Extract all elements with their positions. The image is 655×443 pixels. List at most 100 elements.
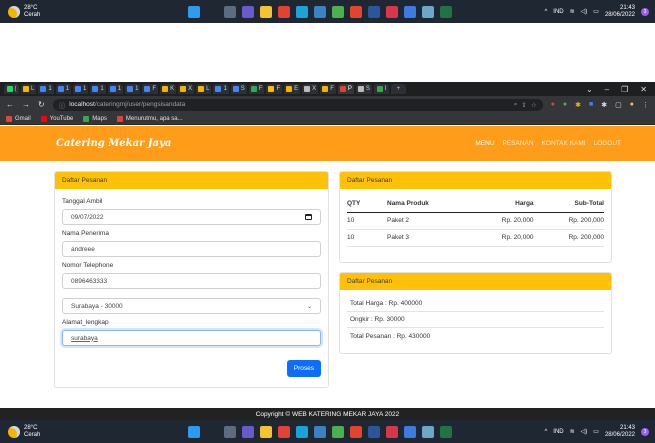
browser-tab[interactable]: L	[196, 84, 212, 94]
browser-tab[interactable]: 1	[125, 84, 141, 94]
browser-tab[interactable]: K	[160, 84, 177, 94]
mail-icon[interactable]	[314, 425, 326, 438]
browser-tab[interactable]: 1	[38, 84, 54, 94]
volume-icon[interactable]: ◁)	[581, 428, 588, 435]
browser-tab[interactable]: 1	[107, 84, 124, 94]
chrome-icon[interactable]	[278, 5, 290, 18]
bookmark-item[interactable]: Gmail	[6, 115, 31, 122]
minimize-icon[interactable]: –	[605, 85, 609, 94]
battery-icon[interactable]: ▭	[593, 8, 599, 15]
wifi-icon[interactable]: ≋	[570, 428, 575, 435]
browser-tab[interactable]: 1	[55, 84, 72, 94]
browser-tab[interactable]: 1	[213, 84, 229, 94]
word-icon[interactable]	[368, 5, 380, 18]
settings-icon[interactable]	[422, 5, 434, 18]
info-icon[interactable]: ⓘ	[59, 100, 66, 110]
language-indicator[interactable]: IND	[553, 429, 563, 435]
file-explorer-icon[interactable]	[260, 5, 272, 18]
browser-tab[interactable]: S	[230, 84, 247, 94]
windows-start-icon[interactable]	[188, 425, 200, 438]
browser-tab[interactable]: S	[355, 84, 372, 94]
nav-link-kontak-kami[interactable]: KONTAK KAMI	[542, 140, 586, 147]
chevron-up-icon[interactable]: ^	[544, 9, 547, 15]
browser-tab[interactable]: F	[142, 84, 159, 94]
kebab-menu-icon[interactable]: ⋮	[642, 101, 649, 109]
word-icon[interactable]	[368, 425, 380, 438]
chat-red-icon[interactable]	[386, 5, 398, 18]
clock[interactable]: 21:43 28/06/2022	[605, 5, 635, 19]
teams-like-icon[interactable]	[332, 5, 344, 18]
avatar[interactable]: ●	[630, 101, 634, 109]
browser-tab[interactable]: F	[248, 84, 265, 94]
browser-tab[interactable]: P	[337, 84, 354, 94]
chevron-down-icon[interactable]: ⌄	[586, 85, 593, 94]
browser-tab[interactable]: 1	[90, 84, 106, 94]
excel-icon[interactable]	[440, 5, 452, 18]
task-view-icon[interactable]	[224, 5, 236, 18]
site-brand[interactable]: Catering Mekar Jaya	[56, 138, 171, 149]
clock[interactable]: 21:43 28/06/2022	[605, 425, 635, 439]
volume-icon[interactable]: ◁)	[581, 8, 588, 15]
phone-input[interactable]: 0896463333	[62, 273, 321, 289]
new-tab-button[interactable]: +	[390, 84, 406, 94]
weather-widget[interactable]: 28°C Cerah	[0, 425, 150, 439]
reload-icon[interactable]: ↻	[38, 100, 45, 109]
share-icon[interactable]: ⇪	[521, 101, 526, 109]
search-icon[interactable]	[206, 5, 218, 18]
city-select[interactable]: Surabaya - 30000 ⌄	[62, 298, 321, 314]
teams-like-icon[interactable]	[332, 425, 344, 438]
office-icon[interactable]	[350, 5, 362, 18]
extension-icon[interactable]: ●	[563, 101, 567, 109]
submit-button[interactable]: Proses	[286, 360, 321, 377]
address-bar[interactable]: ⓘ localhost/cateringmj/user/pengsisandat…	[52, 98, 543, 111]
file-explorer-icon[interactable]	[260, 425, 272, 438]
star-icon[interactable]: ☆	[531, 101, 537, 109]
browser-tab[interactable]: F	[266, 84, 283, 94]
browser-tab[interactable]: X	[178, 84, 195, 94]
sidepanel-icon[interactable]: ▢	[615, 101, 622, 109]
forward-icon[interactable]: →	[22, 100, 30, 109]
bookmark-item[interactable]: Menurutmu, apa sa...	[116, 115, 183, 122]
nav-link-pesanan[interactable]: PESANAN	[503, 140, 534, 147]
bookmark-item[interactable]: Maps	[83, 115, 107, 122]
browser-tab[interactable]: (	[4, 84, 19, 94]
browser-tab[interactable]: 1	[73, 84, 89, 94]
edge-icon[interactable]	[296, 425, 308, 438]
notes-icon[interactable]	[404, 425, 416, 438]
notes-icon[interactable]	[404, 5, 416, 18]
settings-icon[interactable]	[422, 425, 434, 438]
back-icon[interactable]: ←	[6, 100, 14, 109]
browser-tab[interactable]: E	[284, 84, 301, 94]
close-icon[interactable]: ✕	[640, 85, 647, 94]
windows-start-icon[interactable]	[188, 5, 200, 18]
chat-red-icon[interactable]	[386, 425, 398, 438]
date-input[interactable]: 09/07/2022	[62, 209, 321, 225]
language-indicator[interactable]: IND	[553, 9, 563, 15]
search-icon[interactable]: ⌕	[514, 101, 518, 109]
task-view-icon[interactable]	[224, 425, 236, 438]
excel-icon[interactable]	[440, 425, 452, 438]
name-input[interactable]: andreee	[62, 241, 321, 257]
mail-icon[interactable]	[314, 5, 326, 18]
chat-icon[interactable]	[242, 425, 254, 438]
puzzle-icon[interactable]: ✱	[601, 101, 607, 109]
nav-link-logout[interactable]: LOGOUT	[594, 140, 621, 147]
edge-icon[interactable]	[296, 5, 308, 18]
browser-tab[interactable]: I	[373, 84, 389, 94]
bookmark-item[interactable]: YouTube	[40, 115, 73, 122]
notification-badge[interactable]: 3	[641, 7, 649, 16]
address-input[interactable]: surabaya	[62, 330, 321, 346]
browser-tab[interactable]: L	[21, 84, 37, 94]
nav-link-menu[interactable]: MENU	[475, 140, 494, 147]
chrome-icon[interactable]	[278, 425, 290, 438]
wifi-icon[interactable]: ≋	[570, 8, 575, 15]
extension-icon[interactable]: ✱	[575, 101, 581, 109]
browser-tab[interactable]: X	[302, 84, 319, 94]
browser-tab[interactable]: F	[320, 84, 336, 94]
search-icon[interactable]	[206, 425, 218, 438]
chat-icon[interactable]	[242, 5, 254, 18]
weather-widget[interactable]: 28°C Cerah	[0, 5, 150, 19]
chevron-up-icon[interactable]: ^	[544, 429, 547, 435]
calendar-icon[interactable]	[305, 214, 312, 220]
battery-icon[interactable]: ▭	[593, 428, 599, 435]
